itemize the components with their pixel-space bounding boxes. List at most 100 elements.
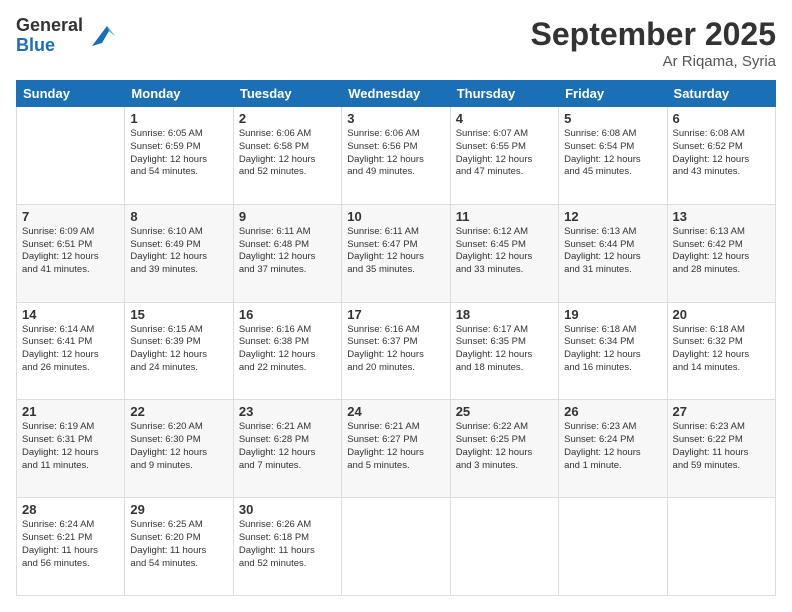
day-info-14: Sunrise: 6:14 AM Sunset: 6:41 PM Dayligh… [22, 324, 119, 375]
day-number-24: 24 [347, 404, 444, 419]
col-saturday: Saturday [667, 81, 775, 107]
cell-w3-d1: 22 Sunrise: 6:20 AM Sunset: 6:30 PM Dayli… [125, 400, 233, 498]
col-tuesday: Tuesday [233, 81, 341, 107]
day-number-1: 1 [130, 111, 227, 126]
day-number-12: 12 [564, 209, 661, 224]
day-info-24: Sunrise: 6:21 AM Sunset: 6:27 PM Dayligh… [347, 421, 444, 472]
day-number-21: 21 [22, 404, 119, 419]
cell-w4-d6 [667, 498, 775, 596]
cell-w2-d4: 18 Sunrise: 6:17 AM Sunset: 6:35 PM Dayli… [450, 302, 558, 400]
day-info-26: Sunrise: 6:23 AM Sunset: 6:24 PM Dayligh… [564, 421, 661, 472]
day-info-23: Sunrise: 6:21 AM Sunset: 6:28 PM Dayligh… [239, 421, 336, 472]
day-number-20: 20 [673, 307, 770, 322]
cell-w3-d5: 26 Sunrise: 6:23 AM Sunset: 6:24 PM Dayli… [559, 400, 667, 498]
cell-w0-d4: 4 Sunrise: 6:07 AM Sunset: 6:55 PM Daylig… [450, 107, 558, 205]
day-number-14: 14 [22, 307, 119, 322]
cell-w3-d2: 23 Sunrise: 6:21 AM Sunset: 6:28 PM Dayli… [233, 400, 341, 498]
week-row-1: 7 Sunrise: 6:09 AM Sunset: 6:51 PM Daylig… [17, 204, 776, 302]
day-info-5: Sunrise: 6:08 AM Sunset: 6:54 PM Dayligh… [564, 128, 661, 179]
day-number-30: 30 [239, 502, 336, 517]
day-number-29: 29 [130, 502, 227, 517]
day-info-21: Sunrise: 6:19 AM Sunset: 6:31 PM Dayligh… [22, 421, 119, 472]
day-number-2: 2 [239, 111, 336, 126]
day-number-7: 7 [22, 209, 119, 224]
cell-w1-d6: 13 Sunrise: 6:13 AM Sunset: 6:42 PM Dayli… [667, 204, 775, 302]
day-number-6: 6 [673, 111, 770, 126]
cell-w0-d2: 2 Sunrise: 6:06 AM Sunset: 6:58 PM Daylig… [233, 107, 341, 205]
cell-w2-d3: 17 Sunrise: 6:16 AM Sunset: 6:37 PM Dayli… [342, 302, 450, 400]
day-info-27: Sunrise: 6:23 AM Sunset: 6:22 PM Dayligh… [673, 421, 770, 472]
day-info-28: Sunrise: 6:24 AM Sunset: 6:21 PM Dayligh… [22, 519, 119, 570]
logo: General Blue [16, 16, 117, 56]
day-number-23: 23 [239, 404, 336, 419]
day-number-22: 22 [130, 404, 227, 419]
day-number-28: 28 [22, 502, 119, 517]
day-number-19: 19 [564, 307, 661, 322]
location-subtitle: Ar Riqama, Syria [531, 53, 776, 70]
day-info-7: Sunrise: 6:09 AM Sunset: 6:51 PM Dayligh… [22, 226, 119, 277]
day-info-13: Sunrise: 6:13 AM Sunset: 6:42 PM Dayligh… [673, 226, 770, 277]
day-info-16: Sunrise: 6:16 AM Sunset: 6:38 PM Dayligh… [239, 324, 336, 375]
cell-w1-d2: 9 Sunrise: 6:11 AM Sunset: 6:48 PM Daylig… [233, 204, 341, 302]
day-info-18: Sunrise: 6:17 AM Sunset: 6:35 PM Dayligh… [456, 324, 553, 375]
cell-w1-d0: 7 Sunrise: 6:09 AM Sunset: 6:51 PM Daylig… [17, 204, 125, 302]
day-info-20: Sunrise: 6:18 AM Sunset: 6:32 PM Dayligh… [673, 324, 770, 375]
day-info-25: Sunrise: 6:22 AM Sunset: 6:25 PM Dayligh… [456, 421, 553, 472]
day-number-26: 26 [564, 404, 661, 419]
day-number-11: 11 [456, 209, 553, 224]
cell-w3-d6: 27 Sunrise: 6:23 AM Sunset: 6:22 PM Dayli… [667, 400, 775, 498]
logo-general: General [16, 16, 83, 36]
cell-w3-d0: 21 Sunrise: 6:19 AM Sunset: 6:31 PM Dayli… [17, 400, 125, 498]
col-friday: Friday [559, 81, 667, 107]
cell-w4-d1: 29 Sunrise: 6:25 AM Sunset: 6:20 PM Dayli… [125, 498, 233, 596]
day-info-8: Sunrise: 6:10 AM Sunset: 6:49 PM Dayligh… [130, 226, 227, 277]
week-row-0: 1 Sunrise: 6:05 AM Sunset: 6:59 PM Daylig… [17, 107, 776, 205]
week-row-3: 21 Sunrise: 6:19 AM Sunset: 6:31 PM Dayli… [17, 400, 776, 498]
day-number-10: 10 [347, 209, 444, 224]
cell-w0-d6: 6Sunrise: 6:08 AM Sunset: 6:52 PM Daylig… [667, 107, 775, 205]
day-info-22: Sunrise: 6:20 AM Sunset: 6:30 PM Dayligh… [130, 421, 227, 472]
day-number-17: 17 [347, 307, 444, 322]
col-sunday: Sunday [17, 81, 125, 107]
day-info-1: Sunrise: 6:05 AM Sunset: 6:59 PM Dayligh… [130, 128, 227, 179]
logo-blue: Blue [16, 36, 83, 56]
day-info-29: Sunrise: 6:25 AM Sunset: 6:20 PM Dayligh… [130, 519, 227, 570]
cell-w4-d3 [342, 498, 450, 596]
cell-w0-d0 [17, 107, 125, 205]
day-number-13: 13 [673, 209, 770, 224]
cell-w1-d1: 8Sunrise: 6:10 AM Sunset: 6:49 PM Daylig… [125, 204, 233, 302]
day-number-18: 18 [456, 307, 553, 322]
cell-w4-d5 [559, 498, 667, 596]
calendar-header-row: Sunday Monday Tuesday Wednesday Thursday… [17, 81, 776, 107]
cell-w0-d1: 1 Sunrise: 6:05 AM Sunset: 6:59 PM Daylig… [125, 107, 233, 205]
day-info-3: Sunrise: 6:06 AM Sunset: 6:56 PM Dayligh… [347, 128, 444, 179]
header: General Blue September 2025 Ar Riqama, S… [16, 16, 776, 70]
day-number-9: 9 [239, 209, 336, 224]
day-info-2: Sunrise: 6:06 AM Sunset: 6:58 PM Dayligh… [239, 128, 336, 179]
day-info-30: Sunrise: 6:26 AM Sunset: 6:18 PM Dayligh… [239, 519, 336, 570]
day-info-17: Sunrise: 6:16 AM Sunset: 6:37 PM Dayligh… [347, 324, 444, 375]
day-number-4: 4 [456, 111, 553, 126]
day-number-5: 5 [564, 111, 661, 126]
month-title: September 2025 [531, 16, 776, 53]
logo-icon [87, 21, 117, 51]
week-row-2: 14 Sunrise: 6:14 AM Sunset: 6:41 PM Dayli… [17, 302, 776, 400]
cell-w2-d2: 16 Sunrise: 6:16 AM Sunset: 6:38 PM Dayli… [233, 302, 341, 400]
day-info-12: Sunrise: 6:13 AM Sunset: 6:44 PM Dayligh… [564, 226, 661, 277]
day-info-9: Sunrise: 6:11 AM Sunset: 6:48 PM Dayligh… [239, 226, 336, 277]
day-info-11: Sunrise: 6:12 AM Sunset: 6:45 PM Dayligh… [456, 226, 553, 277]
day-number-27: 27 [673, 404, 770, 419]
cell-w2-d5: 19 Sunrise: 6:18 AM Sunset: 6:34 PM Dayli… [559, 302, 667, 400]
title-block: September 2025 Ar Riqama, Syria [531, 16, 776, 70]
day-number-16: 16 [239, 307, 336, 322]
page: General Blue September 2025 Ar Riqama, S… [0, 0, 792, 612]
day-info-15: Sunrise: 6:15 AM Sunset: 6:39 PM Dayligh… [130, 324, 227, 375]
cell-w1-d5: 12 Sunrise: 6:13 AM Sunset: 6:44 PM Dayli… [559, 204, 667, 302]
col-thursday: Thursday [450, 81, 558, 107]
day-info-4: Sunrise: 6:07 AM Sunset: 6:55 PM Dayligh… [456, 128, 553, 179]
day-info-19: Sunrise: 6:18 AM Sunset: 6:34 PM Dayligh… [564, 324, 661, 375]
cell-w3-d3: 24 Sunrise: 6:21 AM Sunset: 6:27 PM Dayli… [342, 400, 450, 498]
day-number-3: 3 [347, 111, 444, 126]
cell-w1-d3: 10Sunrise: 6:11 AM Sunset: 6:47 PM Dayli… [342, 204, 450, 302]
cell-w4-d0: 28 Sunrise: 6:24 AM Sunset: 6:21 PM Dayli… [17, 498, 125, 596]
